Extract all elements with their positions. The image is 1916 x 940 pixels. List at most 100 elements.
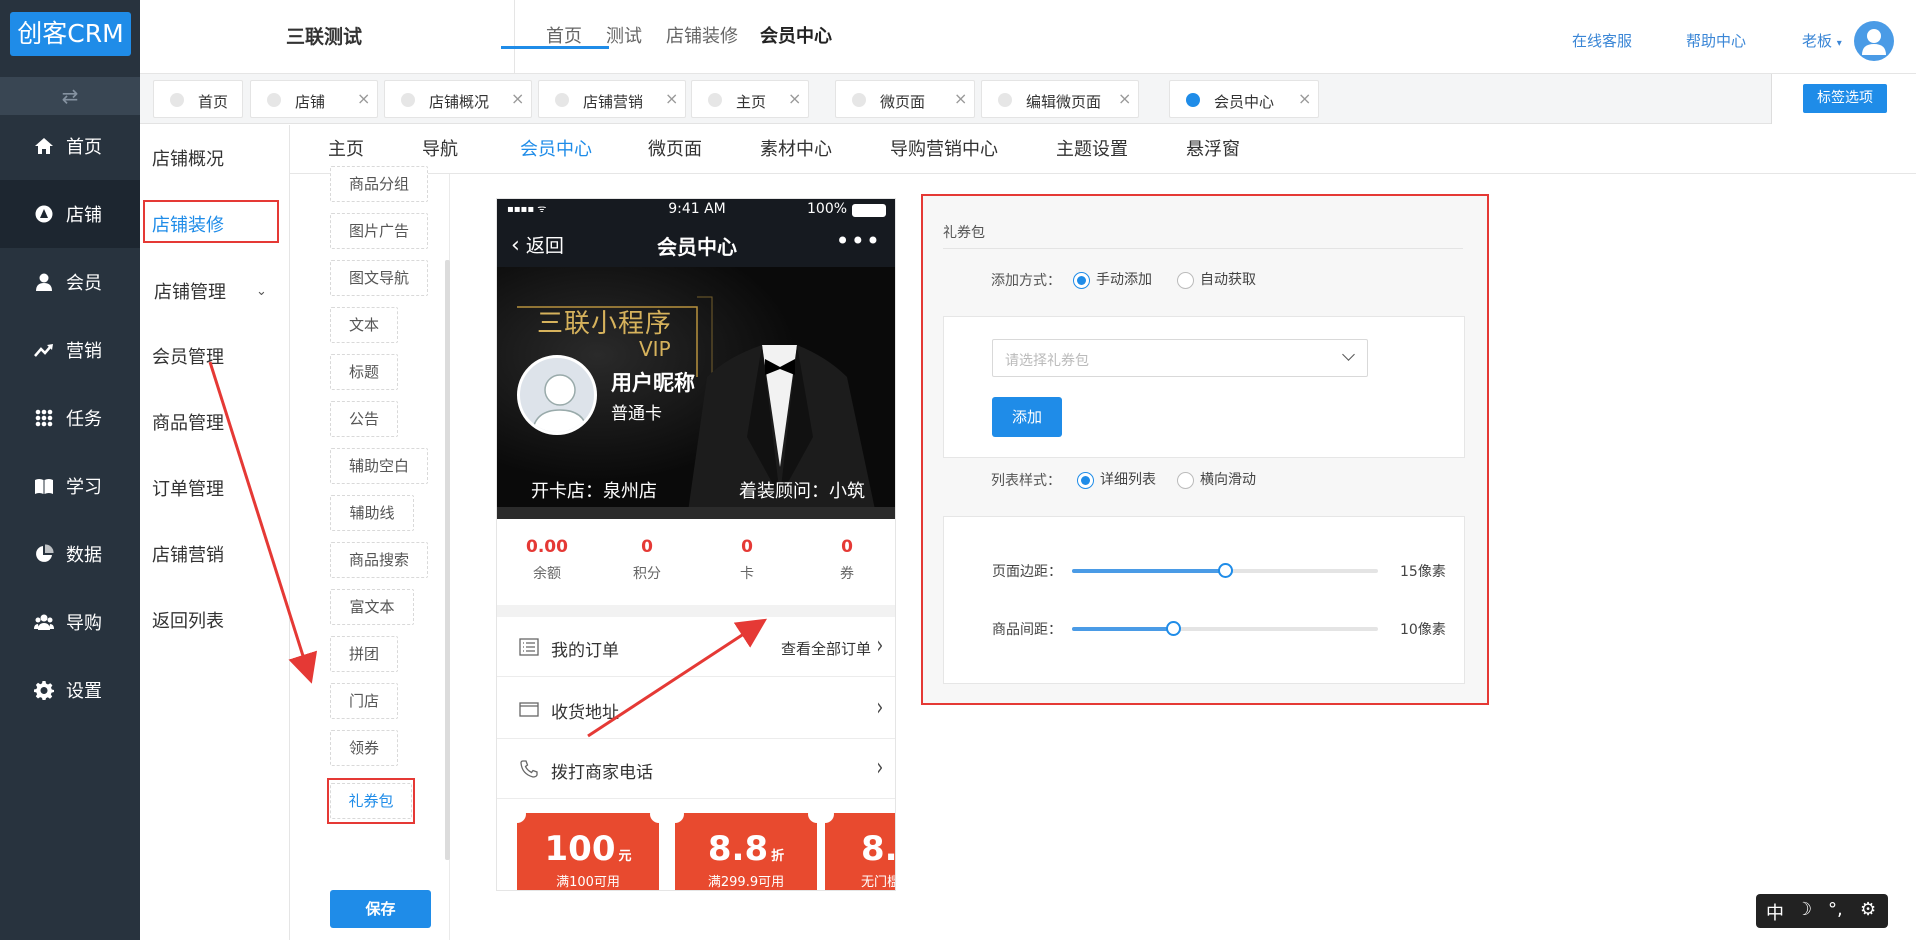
tab-store-overview[interactable]: 店铺概况 × (384, 80, 532, 118)
moon-icon[interactable]: ☽ (1796, 899, 1812, 920)
component-item[interactable]: 辅助线 (330, 495, 414, 531)
tab-member-center[interactable]: 会员中心 (520, 135, 592, 161)
nav-item-settings[interactable]: 设置 (0, 656, 140, 724)
close-icon[interactable]: × (1118, 89, 1131, 108)
nav-item-marketing[interactable]: 营销 (0, 316, 140, 384)
save-button[interactable]: 保存 (330, 890, 431, 928)
nav-item-guide[interactable]: 导购 (0, 588, 140, 656)
nav-item-member[interactable]: 会员 (0, 248, 140, 316)
close-icon[interactable]: × (954, 89, 967, 108)
component-item[interactable]: 图文导航 (330, 260, 428, 296)
sub-item-store-decoration[interactable]: 店铺装修 (152, 211, 224, 237)
close-icon[interactable]: × (1298, 89, 1311, 108)
sub-item-store-overview[interactable]: 店铺概况 (152, 145, 224, 171)
goods-spacing-slider[interactable] (1072, 621, 1378, 636)
component-item[interactable]: 文本 (330, 307, 398, 343)
user-name: 老板 (1802, 32, 1833, 50)
component-item[interactable]: 拼团 (330, 636, 398, 672)
punctuation-icon[interactable]: °, (1828, 899, 1843, 920)
nav-item-task[interactable]: 任务 (0, 384, 140, 452)
tab-home[interactable]: 首页 (153, 80, 243, 118)
tab-label: 店铺概况 (429, 93, 490, 111)
component-item[interactable]: 图片广告 (330, 213, 428, 249)
my-orders-row[interactable]: 我的订单 查看全部订单 › (497, 617, 895, 677)
call-merchant-row[interactable]: 拨打商家电话 › (497, 739, 895, 799)
tag-options-button[interactable]: 标签选项 (1803, 84, 1887, 113)
sub-item-back-to-list[interactable]: 返回列表 (152, 607, 224, 633)
tab-main[interactable]: 主页 × (691, 80, 809, 118)
tab-navigation[interactable]: 导航 (422, 135, 458, 161)
tab-theme-settings[interactable]: 主题设置 (1056, 135, 1128, 161)
stat-cards[interactable]: 0卡 (697, 537, 797, 583)
gear-icon[interactable]: ⚙ (1860, 899, 1876, 920)
tab-floating-window[interactable]: 悬浮窗 (1186, 135, 1240, 161)
row-label: 拨打商家电话 (551, 763, 653, 783)
sub-item-goods-management[interactable]: 商品管理 (152, 409, 224, 435)
gift-coupon-select[interactable]: 请选择礼券包 (992, 339, 1368, 377)
sub-item-member-management[interactable]: 会员管理 (152, 343, 224, 369)
nav-item-study[interactable]: 学习 (0, 452, 140, 520)
tab-store-marketing[interactable]: 店铺营销 × (538, 80, 686, 118)
stat-points[interactable]: 0 积分 (597, 537, 697, 583)
component-item[interactable]: 标题 (330, 354, 398, 390)
component-item[interactable]: 公告 (330, 401, 398, 437)
page-margin-slider[interactable] (1072, 563, 1378, 578)
radio-manual-add[interactable]: 手动添加 (1073, 269, 1152, 289)
more-icon[interactable]: ••• (836, 227, 881, 255)
component-item[interactable]: 商品搜索 (330, 542, 428, 578)
help-center-link[interactable]: 帮助中心 (1686, 30, 1746, 51)
component-item[interactable]: 辅助空白 (330, 448, 428, 484)
sub-item-store-marketing[interactable]: 店铺营销 (152, 541, 224, 567)
tab-member-center[interactable]: 会员中心 × (1169, 80, 1319, 118)
nav-item-store[interactable]: 店铺 (0, 180, 140, 248)
slider-handle[interactable] (1165, 621, 1181, 636)
close-icon[interactable]: × (511, 89, 524, 108)
nav-item-data[interactable]: 数据 (0, 520, 140, 588)
tab-bar: 首页 店铺 × 店铺概况 × 店铺营销 × 主页 × 微页面 × 编辑微页面 × 会员中心 ×… (140, 74, 1916, 124)
user-menu[interactable]: 老板 ▾ (1802, 30, 1842, 51)
avatar[interactable] (1854, 21, 1894, 61)
top-nav-decoration[interactable]: 店铺装修 (666, 22, 738, 48)
top-nav-test[interactable]: 测试 (606, 22, 642, 48)
view-all-orders-link[interactable]: 查看全部订单 (781, 638, 871, 659)
tab-main[interactable]: 主页 (328, 135, 364, 161)
address-row[interactable]: 收货地址 › (497, 679, 895, 739)
top-nav-member-center[interactable]: 会员中心 (760, 22, 832, 48)
component-item[interactable]: 领券 (330, 730, 398, 766)
radio-auto-get[interactable]: 自动获取 (1177, 269, 1256, 289)
tab-material-center[interactable]: 素材中心 (760, 135, 832, 161)
online-service-link[interactable]: 在线客服 (1572, 30, 1632, 51)
coupon-card[interactable]: 100 元满100可用 (508, 805, 668, 890)
stat-coupons[interactable]: 0券 (797, 537, 895, 583)
close-icon[interactable]: × (788, 89, 801, 108)
sub-item-order-management[interactable]: 订单管理 (152, 475, 224, 501)
close-icon[interactable]: × (357, 89, 370, 108)
radio-horizontal-scroll[interactable]: 横向滑动 (1177, 469, 1256, 489)
close-icon[interactable]: × (665, 89, 678, 108)
coupon-card[interactable]: 8.8折无门槛 (816, 805, 895, 890)
sub-item-store-management[interactable]: 店铺管理 ⌄ (154, 278, 267, 304)
slider-handle[interactable] (1218, 563, 1233, 578)
tab-edit-micro-page[interactable]: 编辑微页面 × (981, 80, 1139, 118)
sub-item-label: 店铺管理 (154, 282, 226, 303)
component-item[interactable]: 门店 (330, 683, 398, 719)
tab-store[interactable]: 店铺 × (250, 80, 378, 118)
swap-icon[interactable]: ⇄ (0, 77, 140, 115)
component-item[interactable]: 富文本 (330, 589, 414, 625)
scrollbar[interactable] (445, 260, 450, 860)
shop-name[interactable]: 三联测试 (286, 22, 362, 49)
tab-micro-page[interactable]: 微页面 (648, 135, 702, 161)
top-nav-home[interactable]: 首页 (546, 22, 582, 48)
tab-micro-page[interactable]: 微页面 × (835, 80, 975, 118)
ime-chinese-mode[interactable]: 中 (1766, 899, 1784, 925)
nav-item-home[interactable]: 首页 (0, 112, 140, 180)
coupon-card[interactable]: 8.8 折满299.9可用 (666, 805, 826, 890)
stat-balance[interactable]: 0.00 余额 (497, 537, 597, 583)
radio-detail-list[interactable]: 详细列表 (1077, 469, 1156, 489)
tab-guide-marketing[interactable]: 导购营销中心 (890, 135, 998, 161)
radio-icon (1177, 271, 1194, 289)
member-avatar (517, 355, 597, 435)
component-item[interactable]: 商品分组 (330, 166, 428, 202)
app-logo[interactable]: 创客CRM (10, 12, 131, 56)
add-button[interactable]: 添加 (992, 397, 1062, 437)
